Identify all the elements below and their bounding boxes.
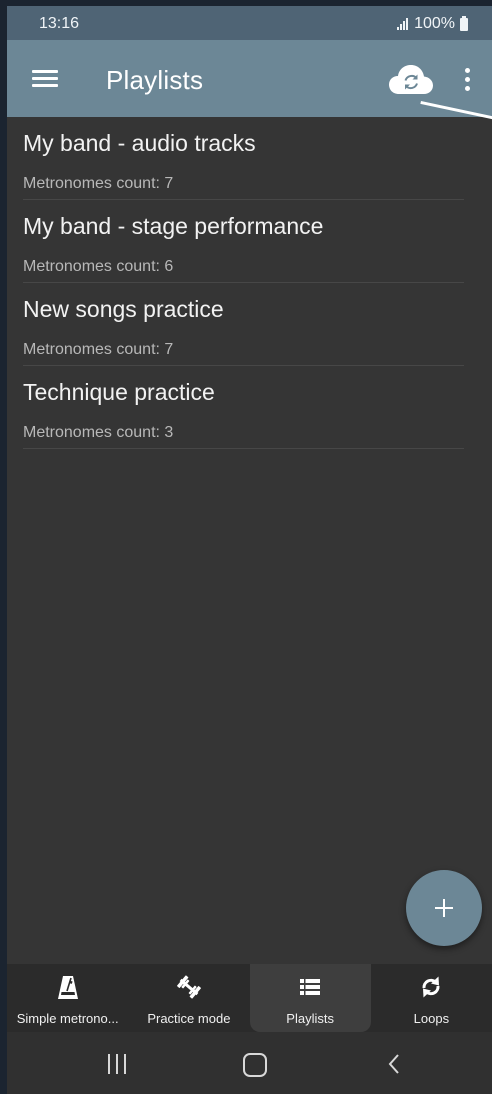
tab-loops[interactable]: Loops	[371, 964, 492, 1032]
playlist-title: My band - stage performance	[23, 213, 324, 239]
playlist-title: My band - audio tracks	[23, 130, 256, 156]
system-navigation-bar	[7, 1032, 492, 1094]
home-icon[interactable]	[243, 1053, 267, 1077]
bottom-navigation: Simple metrono... Practice mode Playlist…	[7, 964, 492, 1032]
tab-playlists[interactable]: Playlists	[249, 964, 371, 1032]
tab-label: Playlists	[286, 1011, 334, 1026]
status-bar: 13:16 100%	[7, 6, 492, 40]
menu-icon[interactable]	[32, 68, 60, 90]
cloud-sync-icon[interactable]	[388, 62, 434, 98]
metronome-icon	[57, 976, 78, 999]
playlist-metronome-count: Metronomes count: 7	[23, 175, 174, 192]
playlist-item[interactable]: My band - audio tracks Metronomes count:…	[7, 117, 492, 200]
dumbbell-icon	[176, 975, 201, 999]
playlist-item[interactable]: New songs practice Metronomes count: 7	[7, 283, 492, 366]
back-icon[interactable]	[386, 1053, 402, 1075]
playlist-item[interactable]: My band - stage performance Metronomes c…	[7, 200, 492, 283]
signal-icon	[397, 18, 409, 30]
tab-label: Simple metrono...	[16, 1011, 119, 1026]
playlist-list: My band - audio tracks Metronomes count:…	[7, 117, 492, 449]
app-bar: Playlists	[7, 40, 492, 117]
phone-screen: 13:16 100% Playlists My band - audio tra…	[7, 6, 492, 1094]
battery-percentage: 100%	[414, 15, 455, 32]
playlist-metronome-count: Metronomes count: 6	[23, 258, 174, 275]
playlist-item[interactable]: Technique practice Metronomes count: 3	[7, 366, 492, 449]
status-time: 13:16	[39, 15, 80, 32]
tab-label: Loops	[413, 1011, 450, 1026]
playlist-title: New songs practice	[23, 296, 224, 322]
playlist-metronome-count: Metronomes count: 7	[23, 341, 174, 358]
recent-apps-icon[interactable]	[105, 1054, 129, 1074]
more-vertical-icon[interactable]	[459, 68, 475, 92]
list-icon	[300, 979, 321, 995]
tab-label: Practice mode	[147, 1011, 231, 1026]
status-indicators: 100%	[397, 15, 468, 33]
playlist-title: Technique practice	[23, 379, 215, 405]
playlist-metronome-count: Metronomes count: 3	[23, 424, 174, 441]
add-playlist-button[interactable]	[406, 870, 482, 946]
battery-icon	[460, 15, 468, 31]
tab-simple-metronome[interactable]: Simple metrono...	[7, 964, 128, 1032]
page-title: Playlists	[106, 65, 204, 95]
tab-practice-mode[interactable]: Practice mode	[128, 964, 249, 1032]
loop-icon	[422, 976, 440, 998]
